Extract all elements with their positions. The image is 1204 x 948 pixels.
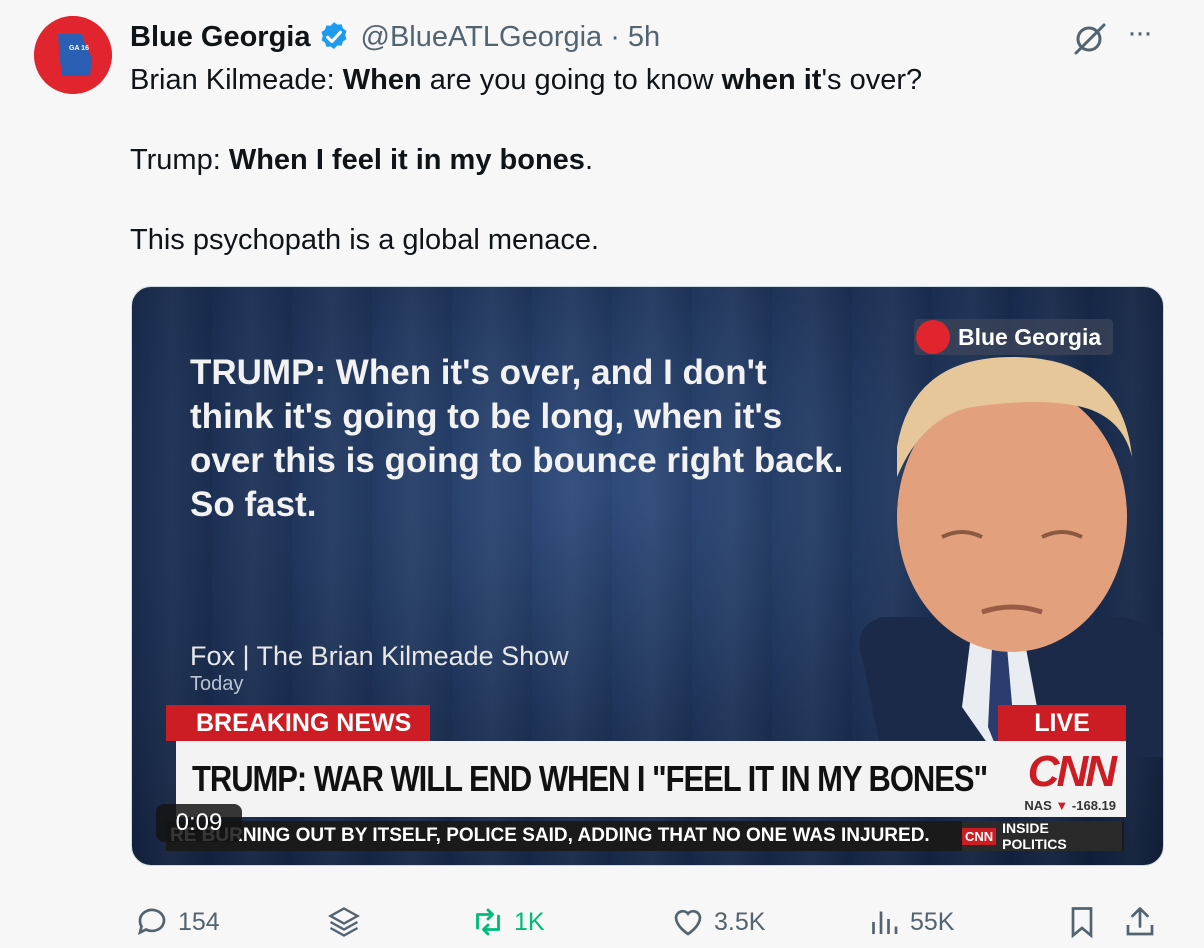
watermark-logo-icon [916, 320, 950, 354]
share-icon [1126, 907, 1154, 936]
tweet-text: Brian Kilmeade: When are you going to kn… [130, 60, 1170, 300]
reply-icon [137, 908, 166, 936]
show-tag: CNN INSIDE POLITICS [962, 820, 1122, 852]
timestamp[interactable]: 5h [628, 21, 660, 54]
verified-badge-icon [321, 22, 346, 50]
like-icon [674, 909, 702, 936]
watermark: Blue Georgia [914, 319, 1114, 355]
action-bar: 154 1K 3.5K 55K [130, 900, 1170, 948]
stock-ticker: NAS ▼ -168.19 [1024, 798, 1116, 813]
views-button[interactable]: 55K [866, 904, 954, 940]
separator: · [610, 20, 620, 53]
quote-text: TRUMP: When it's over, and I don't think… [190, 353, 844, 524]
tweet-line-3: This psychopath is a global menace. [130, 224, 600, 256]
grok-analyze-button[interactable] [326, 904, 370, 940]
quote-date: Today [190, 673, 244, 695]
chyron-headline: TRUMP: WAR WILL END WHEN I "FEEL IT IN M… [192, 758, 988, 799]
share-button[interactable] [1122, 904, 1166, 940]
reply-button[interactable]: 154 [134, 904, 220, 940]
cnn-mini-logo-icon: CNN [962, 827, 997, 845]
grok-icon[interactable] [1070, 22, 1110, 56]
cnn-logo-icon: CNN [1027, 747, 1117, 796]
views-count: 55K [910, 907, 955, 936]
video-player[interactable]: TRUMP: When it's over, and I don't think… [131, 286, 1164, 866]
video-duration: 0:09 [156, 804, 242, 842]
tweet-line-2: Trump: When I feel it in my bones. [130, 144, 593, 176]
live-label: LIVE [998, 705, 1126, 741]
views-icon [872, 911, 898, 934]
retweet-count: 1K [514, 907, 545, 936]
like-count: 3.5K [714, 907, 766, 936]
like-button[interactable]: 3.5K [670, 904, 765, 940]
retweet-icon [476, 908, 500, 936]
trump-photo [859, 357, 1163, 757]
retweet-button[interactable]: 1K [470, 904, 545, 940]
breaking-news-label: BREAKING NEWS [166, 705, 430, 741]
tweet-line-1: Brian Kilmeade: When are you going to kn… [130, 64, 923, 96]
tweet-header: Blue Georgia @BlueATLGeorgia · 5h [130, 18, 660, 56]
layers-icon [328, 907, 360, 937]
svg-text:GA 16: GA 16 [69, 45, 89, 52]
bookmark-icon [1071, 907, 1093, 939]
handle[interactable]: @BlueATLGeorgia [361, 21, 603, 54]
display-name[interactable]: Blue Georgia [130, 21, 311, 54]
quote-source: Fox | The Brian Kilmeade Show [190, 641, 569, 671]
avatar[interactable]: GA 16 [34, 16, 112, 94]
bookmark-button[interactable] [1064, 904, 1108, 940]
more-icon[interactable]: ··· [1127, 18, 1163, 54]
reply-count: 154 [178, 907, 220, 936]
news-chyron: TRUMP: WAR WILL END WHEN I "FEEL IT IN M… [176, 741, 1126, 817]
georgia-logo-icon: GA 16 [34, 16, 112, 94]
